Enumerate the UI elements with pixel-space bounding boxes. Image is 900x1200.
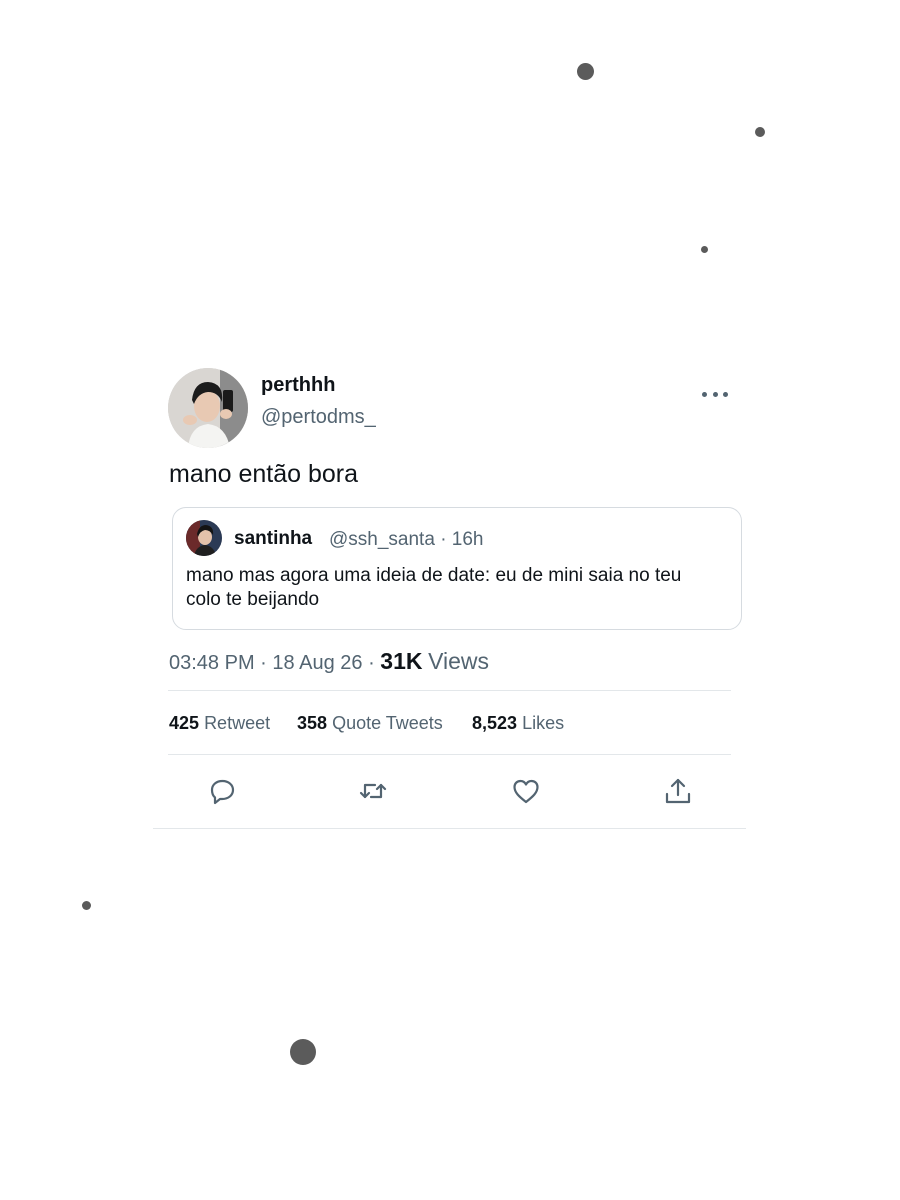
quoted-author-avatar <box>186 520 222 556</box>
timestamp-row: 03:48 PM · 18 Aug 26 · 31K Views <box>169 648 489 675</box>
quoted-handle: @ssh_santa <box>329 529 435 550</box>
quoted-text: mano mas agora uma ideia de date: eu de … <box>186 565 682 610</box>
retweet-icon[interactable] <box>357 775 389 807</box>
retweet-stat[interactable]: 425 Retweet <box>169 713 270 734</box>
tweet-detail: perthhh @pertodms_ mano então bora santi… <box>0 0 900 1200</box>
author-handle[interactable]: @pertodms_ <box>261 406 376 429</box>
separator: · <box>368 652 375 674</box>
tweet-time[interactable]: 03:48 PM <box>169 652 255 674</box>
tweet-date[interactable]: 18 Aug 26 <box>272 652 362 674</box>
author-avatar[interactable] <box>168 368 248 448</box>
separator: · <box>260 652 267 674</box>
share-icon[interactable] <box>662 775 694 807</box>
views-count: 31K <box>380 648 423 674</box>
like-count: 8,523 <box>472 713 518 733</box>
tweet-text: mano então bora <box>169 460 359 488</box>
retweet-count: 425 <box>169 713 200 733</box>
quote-tweets-stat[interactable]: 358 Quote Tweets <box>297 713 443 734</box>
quoted-meta: @ssh_santa · 16h <box>329 529 484 551</box>
likes-stat[interactable]: 8,523 Likes <box>472 713 564 734</box>
quoted-age: 16h <box>451 529 484 550</box>
divider <box>168 690 731 691</box>
like-label: Likes <box>522 713 565 733</box>
quoted-tweet[interactable]: santinha @ssh_santa · 16h mano mas agora… <box>172 507 742 630</box>
separator: · <box>440 529 447 550</box>
reply-icon[interactable] <box>206 775 238 807</box>
author-display-name[interactable]: perthhh <box>261 374 335 397</box>
views-label: Views <box>428 648 489 674</box>
quote-label: Quote Tweets <box>332 713 443 733</box>
divider <box>168 754 731 755</box>
retweet-label: Retweet <box>204 713 271 733</box>
like-icon[interactable] <box>510 775 542 807</box>
divider <box>153 828 746 829</box>
quote-count: 358 <box>297 713 328 733</box>
more-icon[interactable] <box>702 384 728 404</box>
quoted-display-name: santinha <box>234 528 313 549</box>
